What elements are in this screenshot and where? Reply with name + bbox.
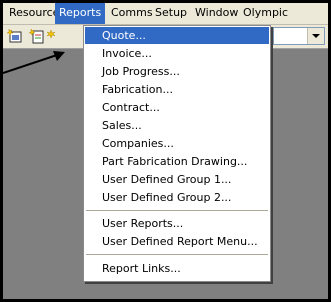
menu-comms[interactable]: Comms (107, 3, 157, 24)
menu-item-companies[interactable]: Companies... (85, 135, 269, 152)
menu-item-quote[interactable]: Quote... (85, 27, 269, 44)
menu-window[interactable]: Window (191, 3, 242, 24)
menu-item-fabrication[interactable]: Fabrication... (85, 81, 269, 98)
reports-dropdown-menu: Quote... Invoice... Job Progress... Fabr… (83, 25, 271, 282)
new-document-icon[interactable] (28, 28, 45, 44)
menu-item-sales[interactable]: Sales... (85, 117, 269, 134)
menu-item-invoice[interactable]: Invoice... (85, 45, 269, 62)
menu-item-user-defined-group-1[interactable]: User Defined Group 1... (85, 171, 269, 188)
menu-olympic[interactable]: Olympic (239, 3, 292, 24)
menu-item-part-fabrication-drawing[interactable]: Part Fabrication Drawing... (85, 153, 269, 170)
menu-reports[interactable]: Reports (55, 3, 106, 24)
menu-separator (86, 254, 268, 255)
menu-item-user-reports[interactable]: User Reports... (85, 215, 269, 232)
new-item-icon[interactable] (6, 28, 23, 44)
menu-bar: Resource Reports Comms Setup Window Olym… (3, 3, 328, 25)
menu-setup[interactable]: Setup (151, 3, 191, 24)
menu-separator (86, 210, 268, 211)
menu-item-job-progress[interactable]: Job Progress... (85, 63, 269, 80)
menu-item-user-defined-report-menu[interactable]: User Defined Report Menu... (85, 233, 269, 250)
application-window: Resource Reports Comms Setup Window Olym… (0, 0, 331, 302)
menu-item-contract[interactable]: Contract... (85, 99, 269, 116)
chevron-down-icon[interactable] (307, 28, 324, 44)
new-star-icon[interactable] (46, 28, 63, 44)
toolbar-combo[interactable] (273, 27, 325, 45)
menu-item-user-defined-group-2[interactable]: User Defined Group 2... (85, 189, 269, 206)
menu-item-report-links[interactable]: Report Links... (85, 260, 269, 277)
